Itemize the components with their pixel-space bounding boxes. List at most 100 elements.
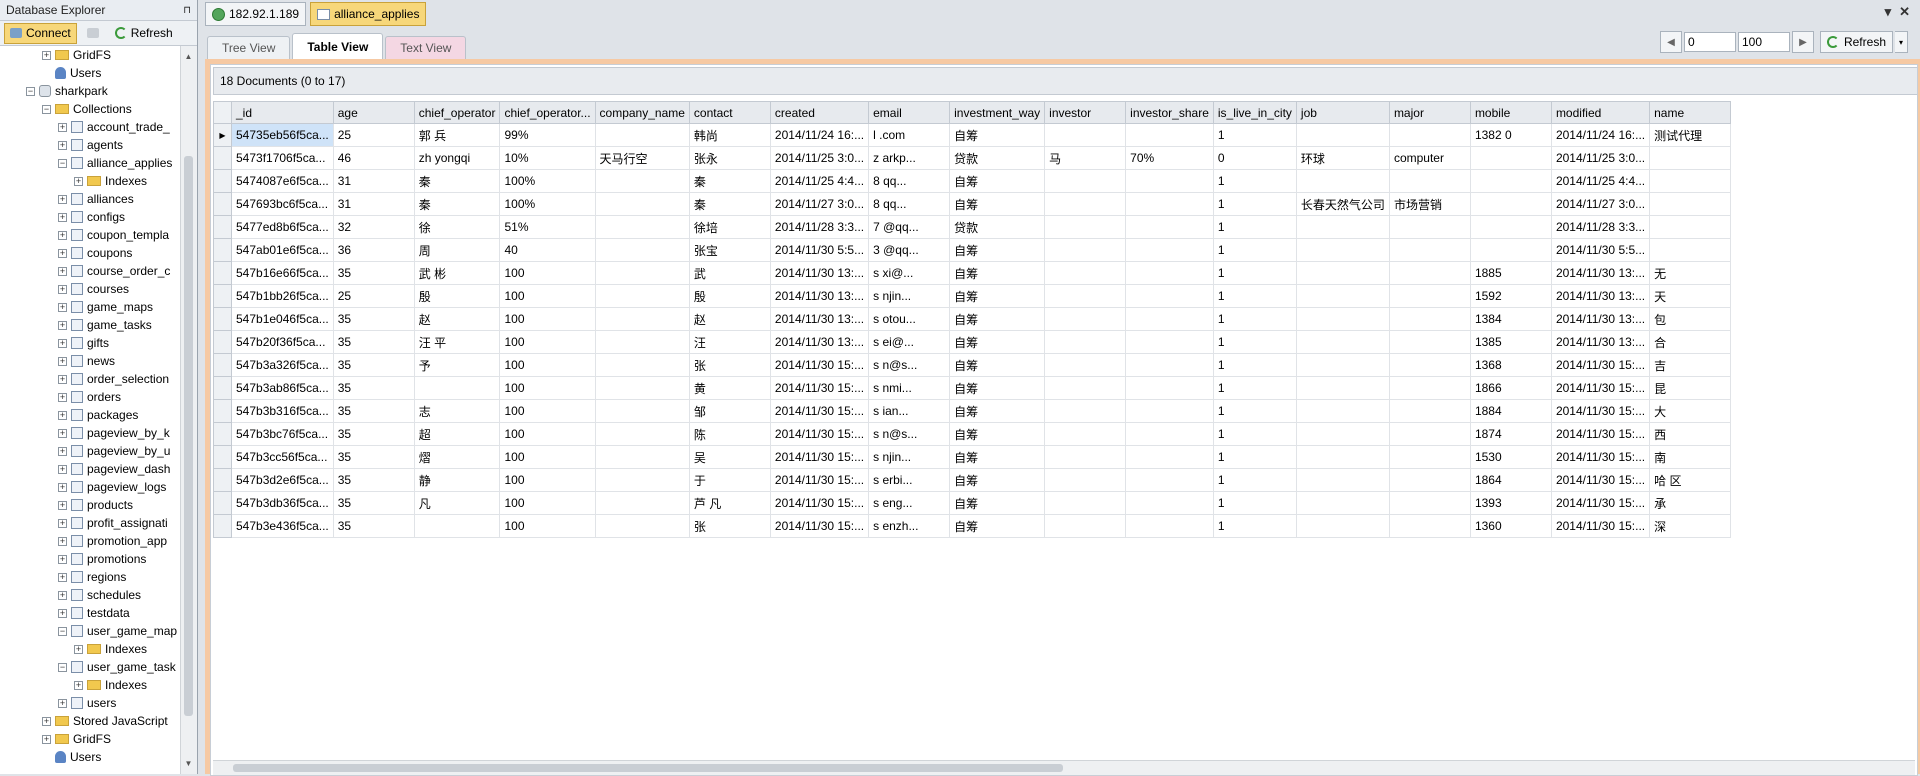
expand-icon[interactable]: + bbox=[58, 554, 67, 564]
table-cell[interactable]: 予 bbox=[413, 353, 501, 377]
table-cell[interactable] bbox=[1044, 445, 1127, 469]
table-cell[interactable]: 承 bbox=[1649, 491, 1732, 515]
table-cell[interactable]: 0 bbox=[1212, 146, 1297, 170]
table-row[interactable]: 547b3a326f5ca... 35 予 100 张 2014/11/30 15:..… bbox=[213, 353, 1732, 377]
table-cell[interactable]: 环球 bbox=[1295, 146, 1390, 170]
table-cell[interactable]: 自筹 bbox=[949, 353, 1046, 377]
collapse-icon[interactable]: − bbox=[58, 662, 67, 672]
table-cell[interactable]: zh yongqi bbox=[413, 146, 501, 170]
table-cell[interactable] bbox=[594, 330, 690, 354]
table-row[interactable]: 547b1bb26f5ca... 25 殷 100 殷 2014/11/30 13:...… bbox=[213, 284, 1732, 308]
table-cell[interactable]: 35 bbox=[332, 399, 415, 423]
tree-node[interactable]: + pageview_by_k bbox=[58, 424, 170, 442]
table-cell[interactable]: 2014/11/30 15:... bbox=[1550, 422, 1651, 446]
row-header[interactable] bbox=[213, 399, 232, 423]
table-cell[interactable] bbox=[594, 422, 690, 446]
table-cell[interactable]: 5477ed8b6f5ca... bbox=[231, 215, 334, 239]
expand-icon[interactable]: + bbox=[42, 50, 51, 60]
row-header[interactable] bbox=[213, 284, 232, 308]
table-cell[interactable] bbox=[1469, 146, 1552, 170]
tree-node[interactable]: + coupons bbox=[58, 244, 132, 262]
tree-node[interactable]: + testdata bbox=[58, 604, 130, 622]
table-cell[interactable] bbox=[594, 468, 690, 492]
table-row[interactable]: 547b1e046f5ca... 35 赵 100 赵 2014/11/30 13:...… bbox=[213, 307, 1732, 331]
table-cell[interactable]: 547b3d2e6f5ca... bbox=[231, 468, 334, 492]
tree-node[interactable]: − Collections bbox=[42, 100, 132, 118]
table-cell[interactable]: 547b20f36f5ca... bbox=[231, 330, 334, 354]
column-header[interactable]: is_live_in_city bbox=[1212, 101, 1297, 124]
table-cell[interactable] bbox=[1044, 192, 1127, 216]
table-cell[interactable] bbox=[1044, 261, 1127, 285]
table-cell[interactable]: 547b3cc56f5ca... bbox=[231, 445, 334, 469]
table-cell[interactable]: 100 bbox=[499, 307, 596, 331]
tree-node[interactable]: − user_game_map bbox=[58, 622, 177, 640]
table-cell[interactable]: 自筹 bbox=[949, 422, 1046, 446]
tree-node[interactable]: − sharkpark bbox=[26, 82, 108, 100]
table-row[interactable]: 547b3ab86f5ca... 35 100 黄 2014/11/30 15:... s… bbox=[213, 376, 1732, 400]
table-cell[interactable] bbox=[1388, 215, 1471, 239]
table-cell[interactable]: 7 @qq... bbox=[868, 215, 951, 239]
table-cell[interactable] bbox=[1649, 146, 1732, 170]
table-cell[interactable]: 1 bbox=[1212, 422, 1297, 446]
expand-icon[interactable]: + bbox=[58, 194, 67, 204]
table-cell[interactable]: 2014/11/30 15:... bbox=[1550, 353, 1651, 377]
table-cell[interactable]: 35 bbox=[332, 445, 415, 469]
tree-node[interactable]: + GridFS bbox=[42, 46, 111, 64]
refresh-dropdown-icon[interactable]: ▾ bbox=[1895, 31, 1908, 53]
table-cell[interactable] bbox=[1295, 468, 1390, 492]
table-cell[interactable]: 1360 bbox=[1469, 514, 1552, 538]
table-cell[interactable] bbox=[594, 215, 690, 239]
table-cell[interactable] bbox=[594, 491, 690, 515]
table-cell[interactable]: s n@s... bbox=[868, 422, 951, 446]
table-cell[interactable] bbox=[1044, 238, 1127, 262]
table-cell[interactable]: 547b3a326f5ca... bbox=[231, 353, 334, 377]
column-header[interactable]: age bbox=[332, 101, 415, 124]
table-cell[interactable] bbox=[1044, 422, 1127, 446]
expand-icon[interactable]: + bbox=[58, 572, 67, 582]
table-cell[interactable]: 35 bbox=[332, 261, 415, 285]
table-cell[interactable]: 3 @qq... bbox=[868, 238, 951, 262]
table-cell[interactable] bbox=[594, 399, 690, 423]
table-row[interactable]: 547b20f36f5ca... 35 汪 平 100 汪 2014/11/30 13:.… bbox=[213, 330, 1732, 354]
tree-node[interactable]: + game_maps bbox=[58, 298, 153, 316]
expand-icon[interactable]: + bbox=[58, 230, 67, 240]
table-cell[interactable]: 31 bbox=[332, 192, 415, 216]
table-cell[interactable] bbox=[1295, 307, 1390, 331]
table-cell[interactable] bbox=[1649, 215, 1732, 239]
table-cell[interactable]: 吉 bbox=[1649, 353, 1732, 377]
expand-icon[interactable]: + bbox=[58, 482, 67, 492]
table-cell[interactable]: 1 bbox=[1212, 399, 1297, 423]
table-row[interactable]: 5473f1706f5ca... 46 zh yongqi 10% 天马行空 张永 2014… bbox=[213, 146, 1732, 170]
table-cell[interactable]: 54735eb56f5ca... bbox=[231, 123, 334, 147]
table-cell[interactable] bbox=[1295, 491, 1390, 515]
table-cell[interactable]: 徐培 bbox=[688, 215, 771, 239]
row-header[interactable] bbox=[213, 491, 232, 515]
table-cell[interactable]: 35 bbox=[332, 491, 415, 515]
table-cell[interactable]: 深 bbox=[1649, 514, 1732, 538]
tree-node[interactable]: + Indexes bbox=[74, 640, 147, 658]
table-cell[interactable]: 1 bbox=[1212, 353, 1297, 377]
table-cell[interactable]: computer bbox=[1388, 146, 1471, 170]
table-cell[interactable]: 秦 bbox=[413, 169, 501, 193]
expand-icon[interactable]: + bbox=[74, 176, 83, 186]
column-header[interactable]: mobile bbox=[1469, 101, 1552, 124]
table-cell[interactable]: 547b3b316f5ca... bbox=[231, 399, 334, 423]
row-header[interactable] bbox=[213, 376, 232, 400]
table-cell[interactable]: 5473f1706f5ca... bbox=[231, 146, 334, 170]
table-cell[interactable]: 51% bbox=[499, 215, 596, 239]
table-cell[interactable]: 1382 0 bbox=[1469, 123, 1552, 147]
table-cell[interactable]: 547b3ab86f5ca... bbox=[231, 376, 334, 400]
expand-icon[interactable]: + bbox=[58, 338, 67, 348]
table-cell[interactable]: s ei@... bbox=[868, 330, 951, 354]
table-cell[interactable]: 100 bbox=[499, 284, 596, 308]
table-cell[interactable]: 2014/11/25 3:0... bbox=[769, 146, 870, 170]
expand-icon[interactable]: + bbox=[58, 536, 67, 546]
tree-node[interactable]: + course_order_c bbox=[58, 262, 170, 280]
row-header[interactable] bbox=[213, 514, 232, 538]
expand-icon[interactable]: + bbox=[58, 140, 67, 150]
table-cell[interactable] bbox=[1388, 376, 1471, 400]
table-cell[interactable]: 超 bbox=[413, 422, 501, 446]
row-header[interactable] bbox=[213, 192, 232, 216]
table-cell[interactable]: 武 彬 bbox=[413, 261, 501, 285]
table-cell[interactable]: 凡 bbox=[413, 491, 501, 515]
